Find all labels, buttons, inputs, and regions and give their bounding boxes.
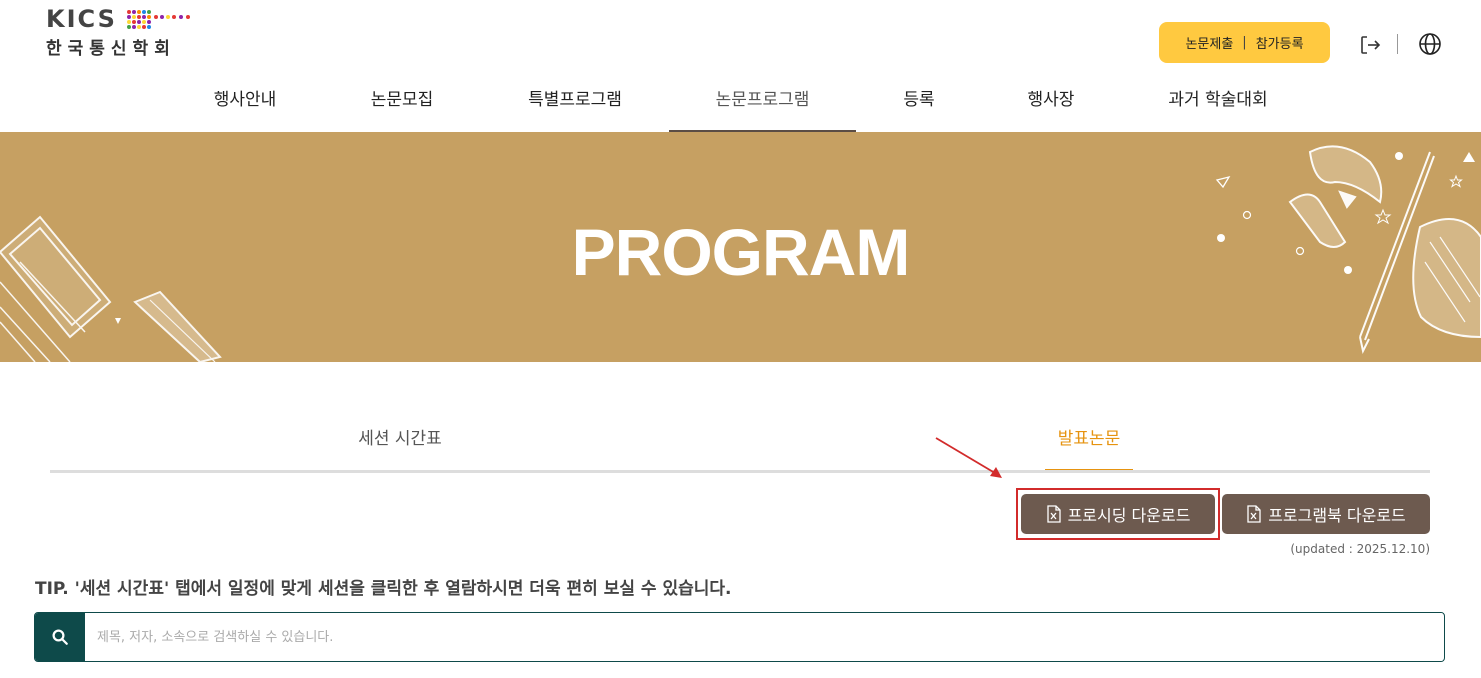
updated-date: (updated : 2025.12.10) — [1290, 542, 1430, 556]
register-link[interactable]: 참가등록 — [1256, 33, 1304, 52]
logo-text: KICS — [46, 5, 117, 33]
search-input[interactable] — [85, 613, 1443, 661]
logout-icon[interactable] — [1358, 33, 1382, 57]
tab-presented-papers[interactable]: 발표논문 — [1045, 425, 1133, 472]
programbook-download-label: 프로그램북 다운로드 — [1268, 506, 1406, 525]
kics-logo[interactable]: KICS 한국통신학회 — [46, 6, 196, 62]
main-nav: 행사안내 논문모집 특별프로그램 논문프로그램 등록 행사장 과거 학술대회 — [0, 74, 1481, 133]
search-button[interactable] — [35, 613, 85, 661]
paper-submit-link[interactable]: 논문제출 — [1185, 33, 1233, 52]
paper-search-bar — [34, 612, 1445, 662]
arrow-annotation-icon — [935, 437, 1002, 478]
tab-session-schedule[interactable]: 세션 시간표 — [300, 425, 500, 471]
header-divider — [1397, 34, 1398, 54]
tip-text: TIP. '세션 시간표' 탭에서 일정에 맞게 세션을 클릭한 후 열람하시면… — [35, 579, 732, 599]
search-icon — [52, 629, 68, 645]
submit-register-button[interactable]: 논문제출 | 참가등록 — [1159, 22, 1330, 63]
banner-title: PROGRAM — [571, 215, 911, 289]
program-banner: PROGRAM — [0, 132, 1481, 362]
logo-korean-text: 한국통신학회 — [46, 39, 176, 59]
proceedings-download-label: 프로시딩 다운로드 — [1067, 506, 1191, 525]
nav-item-registration[interactable]: 등록 — [890, 74, 948, 130]
nav-item-paper-program[interactable]: 논문프로그램 — [669, 74, 856, 133]
logo-dots-icon — [127, 10, 190, 29]
nav-item-past-conferences[interactable]: 과거 학술대회 — [1150, 74, 1286, 130]
nav-item-event-info[interactable]: 행사안내 — [195, 74, 295, 130]
globe-icon[interactable] — [1418, 32, 1442, 56]
tab-divider — [50, 470, 1430, 473]
nav-item-venue[interactable]: 행사장 — [1006, 74, 1096, 130]
proceedings-download-button[interactable]: 프로시딩 다운로드 — [1021, 494, 1215, 534]
excel-file-icon — [1046, 505, 1061, 523]
nav-item-special-program[interactable]: 특별프로그램 — [510, 74, 640, 130]
excel-file-icon — [1247, 505, 1261, 523]
nav-item-call-for-papers[interactable]: 논문모집 — [352, 74, 452, 130]
programbook-download-button[interactable]: 프로그램북 다운로드 — [1222, 494, 1430, 534]
separator: | — [1242, 35, 1247, 50]
